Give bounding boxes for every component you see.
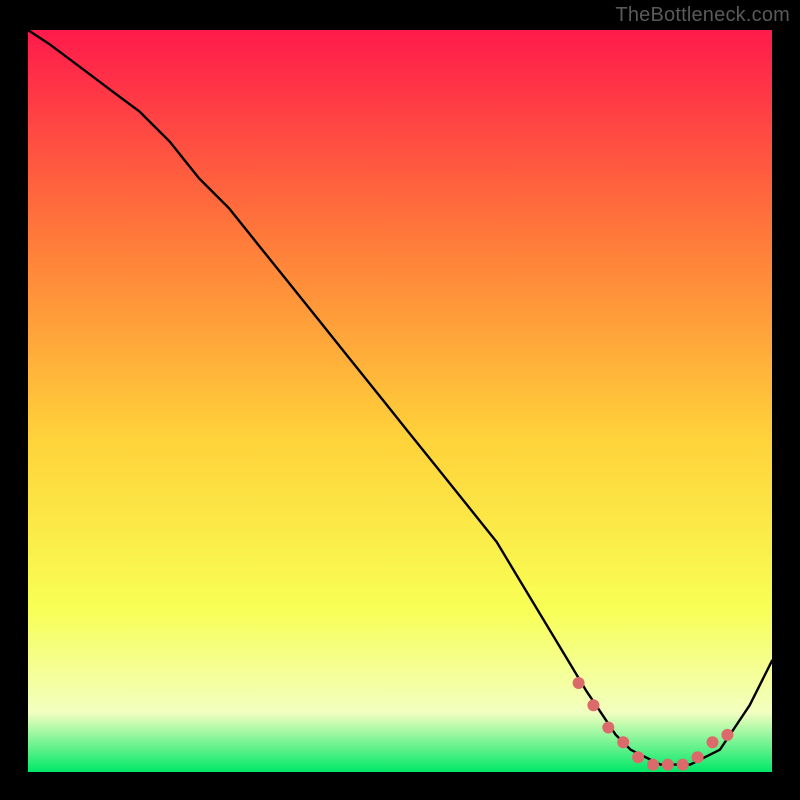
highlight-marker [617,736,629,748]
highlight-marker [677,759,689,771]
highlight-marker [632,751,644,763]
highlight-marker [587,699,599,711]
highlight-marker [573,677,585,689]
attribution-label: TheBottleneck.com [615,4,790,27]
highlight-marker [602,722,614,734]
gradient-background [28,30,772,772]
chart-svg [28,30,772,772]
highlight-marker [721,729,733,741]
highlight-marker [662,759,674,771]
highlight-marker [692,751,704,763]
highlight-marker [707,736,719,748]
highlight-marker [647,759,659,771]
plot-area [28,30,772,772]
chart-frame: TheBottleneck.com [0,0,800,800]
